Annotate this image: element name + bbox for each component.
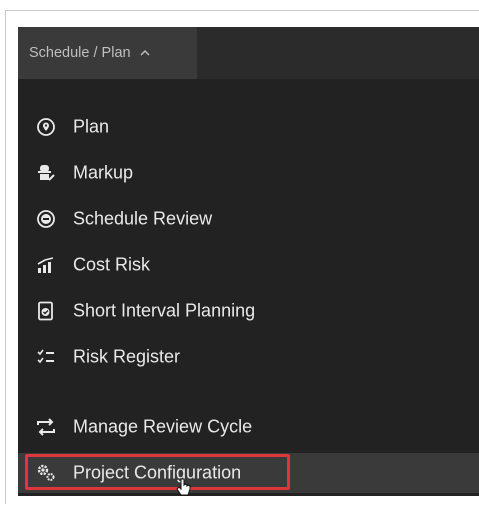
menu-item-project-configuration[interactable]: Project Configuration: [18, 453, 479, 493]
bar-chart-icon: [37, 257, 54, 273]
menu-item-label: Manage Review Cycle: [73, 416, 253, 437]
breadcrumb-dropdown[interactable]: Schedule / Plan: [18, 27, 197, 79]
pointer-cursor-icon: [176, 478, 191, 496]
map-pin-icon: [37, 118, 55, 136]
menu-item-manage-review-cycle[interactable]: Manage Review Cycle: [18, 407, 479, 447]
navigation-panel: Schedule / Plan Plan Markup Schedule Rev…: [18, 27, 479, 496]
menu-item-label: Plan: [73, 116, 110, 137]
menu-item-label: Project Configuration: [73, 462, 242, 483]
breadcrumb-text: Schedule / Plan: [29, 45, 131, 61]
menu-item-cost-risk[interactable]: Cost Risk: [18, 245, 479, 285]
menu-item-short-interval-planning[interactable]: Short Interval Planning: [18, 291, 479, 331]
cycle-icon: [37, 418, 55, 436]
menu-item-label: Markup: [73, 162, 134, 183]
menu-item-schedule-review[interactable]: Schedule Review: [18, 199, 479, 239]
menu-item-label: Schedule Review: [73, 208, 213, 229]
menu-item-risk-register[interactable]: Risk Register: [18, 337, 479, 377]
checklist-doc-icon: [38, 301, 53, 321]
chevron-up-icon: [140, 49, 150, 56]
review-icon: [37, 210, 55, 228]
checklist-icon: [37, 349, 54, 364]
menu-item-label: Short Interval Planning: [73, 300, 256, 321]
menu-item-label: Risk Register: [73, 346, 181, 367]
menu-item-markup[interactable]: Markup: [18, 153, 479, 193]
markup-icon: [38, 165, 55, 181]
top-bar: Schedule / Plan: [18, 27, 479, 79]
menu-item-label: Cost Risk: [73, 254, 151, 275]
gears-icon: [37, 464, 55, 481]
menu-item-plan[interactable]: Plan: [18, 107, 479, 147]
